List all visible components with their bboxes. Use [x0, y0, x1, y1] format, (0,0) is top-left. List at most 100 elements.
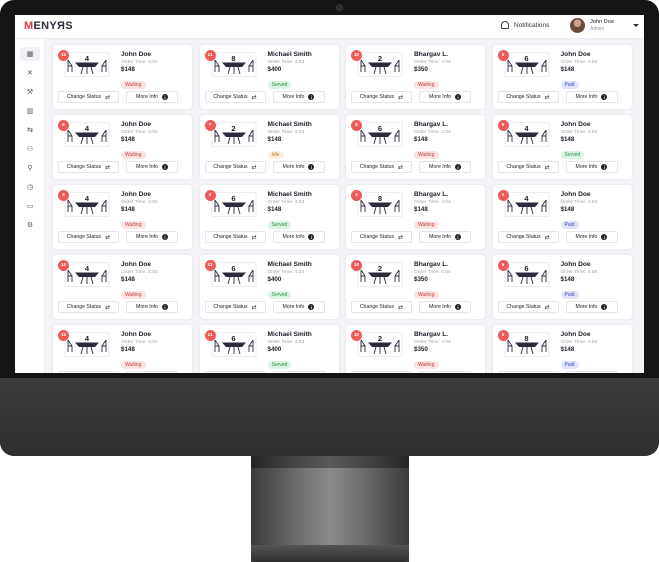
change-status-button[interactable]: Change Status⇄	[351, 231, 412, 243]
table-card[interactable]: 5 4 John Doe Order Time: 4:04 $148 Served Chan…	[492, 115, 632, 179]
more-info-button[interactable]: More Infoi	[565, 371, 618, 373]
customer-name: John Doe	[560, 331, 591, 338]
customer-name: Michael Smith	[267, 121, 312, 128]
table-card[interactable]: 9 6 John Doe Order Time: 4:04 $148 Paid Change…	[492, 45, 632, 109]
more-info-button[interactable]: More Infoi	[126, 301, 178, 313]
table-card[interactable]: 10 2 Bhargav L. Order Time: 4:04 $350 Waiting…	[346, 45, 485, 109]
handshake-icon: ⇆	[27, 127, 33, 134]
chevron-down-icon[interactable]	[632, 24, 639, 27]
table-card[interactable]: 4 4 John Doe Order Time: 4:04 $148 Waiting Cha…	[53, 185, 192, 249]
more-info-button[interactable]: More Infoi	[126, 91, 178, 103]
change-status-label: Change Status	[213, 234, 248, 240]
stand-base	[251, 545, 409, 562]
change-status-button[interactable]: Change Status⇄	[204, 231, 266, 243]
table-card[interactable]: 11 8 Michael Smith Order Time: 4:04 $400 Serv…	[199, 45, 339, 109]
table-card[interactable]: 3 6 Michael Smith Order Time: 4:04 $148 Serve…	[199, 185, 339, 249]
order-price: $148	[560, 346, 575, 353]
sidebar-item-message[interactable]: ▭	[23, 199, 37, 213]
more-info-button[interactable]: More Infoi	[565, 161, 618, 173]
more-info-button[interactable]: More Infoi	[272, 371, 325, 373]
table-card[interactable]: 124John DoeOrder Time: 4:04$148WaitingCh…	[53, 45, 192, 109]
change-status-button[interactable]: Change Status⇄	[351, 371, 412, 373]
table-icon: 6	[210, 192, 258, 219]
change-status-button[interactable]: Change Status⇄	[351, 161, 412, 173]
more-info-button[interactable]: More Infoi	[419, 231, 471, 243]
more-info-button[interactable]: More Infoi	[272, 301, 325, 313]
more-info-button[interactable]: More Infoi	[419, 371, 471, 373]
more-info-button[interactable]: More Infoi	[565, 301, 618, 313]
table-card[interactable]: 124John DoeOrder Time: 4:04$148WaitingCh…	[53, 325, 192, 373]
change-status-button[interactable]: Change Status⇄	[351, 301, 412, 313]
table-card[interactable]: 124John DoeOrder Time: 4:04$148WaitingCh…	[53, 255, 192, 319]
table-card[interactable]: 9 6 John Doe Order Time: 4:04 $148 Paid Change…	[492, 255, 632, 319]
table-card[interactable]: 1 4 John Doe Order Time: 4:04 $148 Paid Change…	[492, 185, 632, 249]
change-status-button[interactable]: Change Status⇄	[204, 161, 266, 173]
change-status-button[interactable]: Change Status⇄	[204, 301, 266, 313]
change-status-button[interactable]: Change Status⇄	[58, 301, 119, 313]
order-price: $400	[267, 66, 282, 73]
table-card[interactable]: 8 4 John Doe Order Time: 4:04 $148 Waiting Cha…	[53, 115, 192, 179]
table-icon: 4	[503, 192, 551, 219]
user-menu[interactable]: John Doe Admin	[570, 18, 639, 33]
order-price: $148	[560, 136, 575, 143]
more-info-button[interactable]: More Infoi	[126, 161, 178, 173]
table-card[interactable]: 11 6 Michael Smith Order Time: 4:04 $400 Serv…	[199, 325, 339, 373]
change-status-button[interactable]: Change Status⇄	[58, 371, 119, 373]
customer-name: John Doe	[560, 261, 591, 268]
more-info-button[interactable]: More Infoi	[272, 91, 325, 103]
change-status-label: Change Status	[359, 304, 395, 310]
change-status-button[interactable]: Change Status⇄	[497, 91, 559, 103]
change-status-button[interactable]: Change Status⇄	[497, 301, 559, 313]
change-status-button[interactable]: Change Status⇄	[497, 161, 559, 173]
more-info-button[interactable]: More Infoi	[272, 231, 325, 243]
swap-icon: ⇄	[251, 234, 257, 241]
more-info-label: More Info	[282, 304, 305, 310]
order-price: $148	[121, 66, 135, 73]
more-info-button[interactable]: More Infoi	[419, 161, 471, 173]
change-status-button[interactable]: Change Status⇄	[204, 91, 266, 103]
more-info-button[interactable]: More Infoi	[126, 371, 178, 373]
sidebar-item-chart[interactable]: ▥	[23, 104, 37, 118]
table-card[interactable]: 7 2 Michael Smith Order Time: 4:04 $148 Idle C…	[199, 115, 339, 179]
sidebar-item-grid[interactable]: ▦	[20, 47, 40, 61]
info-icon: i	[454, 94, 461, 100]
change-status-button[interactable]: Change Status⇄	[58, 91, 119, 103]
app-logo[interactable]: MENYЯS	[24, 20, 73, 32]
more-info-button[interactable]: More Infoi	[565, 91, 618, 103]
swap-icon: ⇄	[398, 304, 404, 311]
change-status-button[interactable]: Change Status⇄	[497, 371, 559, 373]
order-time: Order Time: 4:04	[560, 199, 598, 205]
sidebar-item-clock[interactable]: ◷	[23, 180, 37, 194]
info-icon: i	[161, 234, 168, 240]
more-info-button[interactable]: More Infoi	[272, 161, 325, 173]
sidebar-item-users[interactable]: ⚇	[23, 142, 37, 156]
status-badge: Paid	[560, 221, 579, 229]
more-info-label: More Info	[429, 234, 451, 240]
sidebar-item-tools[interactable]: ⚒	[23, 85, 37, 99]
table-card[interactable]: 9 8 John DoeOrder Time: 4:04$148 PaidChange…	[492, 325, 632, 373]
sidebar-item-utensils[interactable]: ✕	[23, 66, 37, 80]
more-info-button[interactable]: More Infoi	[419, 91, 471, 103]
order-info: Bhargav L. Order Time: 4:04 $350 Waiting	[414, 261, 451, 301]
sidebar-item-settings[interactable]: ⚙	[23, 218, 37, 232]
status-badge: Paid	[560, 81, 579, 89]
more-info-button[interactable]: More Infoi	[565, 231, 618, 243]
table-card[interactable]: 10 2 Bhargav L. Order Time: 4:04 $350 Waiting…	[346, 325, 485, 373]
more-info-button[interactable]: More Infoi	[419, 301, 471, 313]
change-status-button[interactable]: Change Status⇄	[497, 231, 559, 243]
sidebar-item-handshake[interactable]: ⇆	[23, 123, 37, 137]
change-status-button[interactable]: Change Status⇄	[204, 371, 266, 373]
notifications-button[interactable]: Notifications	[501, 21, 549, 29]
sidebar-item-user[interactable]: ⚲	[23, 161, 37, 175]
table-card[interactable]: 2 8 Bhargav L. Order Time: 4:04 $148 Waiting C…	[346, 185, 485, 249]
more-info-label: More Info	[282, 164, 305, 170]
table-card[interactable]: 10 2 Bhargav L. Order Time: 4:04 $350 Waiting…	[346, 255, 485, 319]
table-card[interactable]: 11 6 Michael Smith Order Time: 4:04 $400 Serv…	[199, 255, 339, 319]
change-status-button[interactable]: Change Status⇄	[351, 91, 412, 103]
more-info-label: More Info	[575, 94, 598, 100]
change-status-button[interactable]: Change Status⇄	[58, 161, 119, 173]
swap-icon: ⇄	[398, 94, 404, 101]
more-info-button[interactable]: More Infoi	[126, 231, 178, 243]
change-status-button[interactable]: Change Status⇄	[58, 231, 119, 243]
table-card[interactable]: 6 6 Bhargav L. Order Time: 4:04 $148 Waiting C…	[346, 115, 485, 179]
